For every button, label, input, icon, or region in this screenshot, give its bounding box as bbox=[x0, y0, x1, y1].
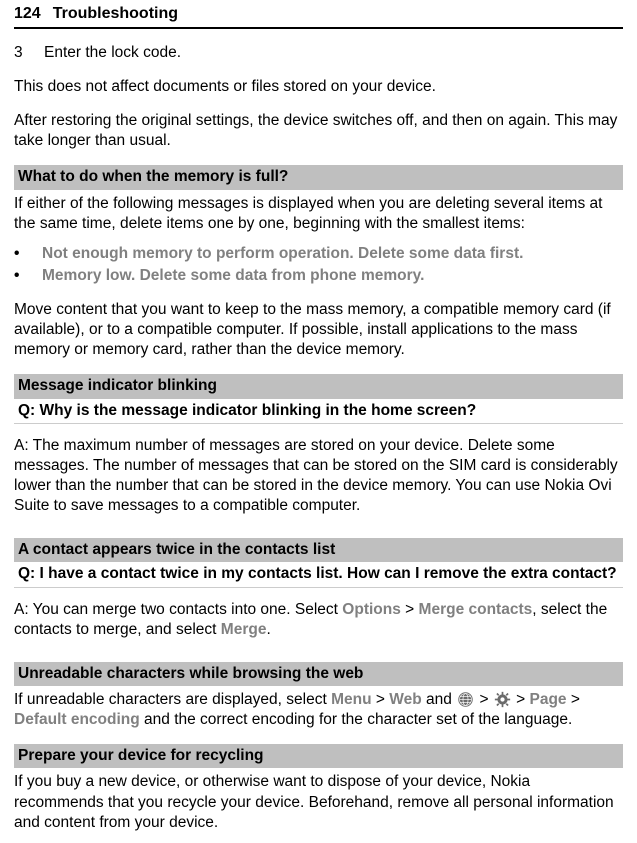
step-row: 3 Enter the lock code. bbox=[14, 43, 623, 63]
page-header: 124 Troubleshooting bbox=[14, 0, 623, 29]
separator: > bbox=[372, 691, 390, 708]
bullet-item: • Memory low. Delete some data from phon… bbox=[14, 266, 623, 286]
answer-contact-twice: A: You can merge two contacts into one. … bbox=[14, 600, 623, 640]
memory-full-p2: Move content that you want to keep to th… bbox=[14, 300, 623, 360]
question-msg-indicator: Q: Why is the message indicator blinking… bbox=[14, 399, 623, 424]
section-heading-recycling: Prepare your device for recycling bbox=[14, 744, 623, 768]
section-heading-memory-full: What to do when the memory is full? bbox=[14, 165, 623, 189]
step-number: 3 bbox=[14, 43, 26, 63]
question-contact-twice: Q: I have a contact twice in my contacts… bbox=[14, 562, 623, 587]
bullet-dot-icon: • bbox=[14, 244, 24, 264]
chapter-title: Troubleshooting bbox=[53, 4, 178, 25]
separator: > bbox=[475, 691, 493, 708]
and-text: and bbox=[422, 691, 456, 708]
section-heading-contact-twice: A contact appears twice in the contacts … bbox=[14, 538, 623, 562]
page-number: 124 bbox=[14, 4, 41, 25]
bullet-item: • Not enough memory to perform operation… bbox=[14, 244, 623, 264]
bullet-dot-icon: • bbox=[14, 266, 24, 286]
unreadable-paragraph: If unreadable characters are displayed, … bbox=[14, 690, 623, 730]
menu-path-merge-contacts: Merge contacts bbox=[419, 601, 533, 618]
unreadable-post-text: and the correct encoding for the charact… bbox=[140, 711, 573, 728]
section-heading-msg-indicator: Message indicator blinking bbox=[14, 374, 623, 398]
separator: > bbox=[512, 691, 530, 708]
memory-full-p1: If either of the following messages is d… bbox=[14, 194, 623, 234]
separator: > bbox=[567, 691, 580, 708]
section-heading-unreadable: Unreadable characters while browsing the… bbox=[14, 662, 623, 686]
menu-path-menu: Menu bbox=[331, 691, 371, 708]
intro-paragraph-1: This does not affect documents or files … bbox=[14, 77, 623, 97]
answer-msg-indicator: A: The maximum number of messages are st… bbox=[14, 436, 623, 517]
menu-path-options: Options bbox=[342, 601, 401, 618]
menu-path-merge: Merge bbox=[221, 621, 267, 638]
step-text: Enter the lock code. bbox=[44, 43, 181, 63]
recycling-paragraph: If you buy a new device, or otherwise wa… bbox=[14, 772, 623, 832]
answer-pre-text: A: You can merge two contacts into one. … bbox=[14, 601, 342, 618]
page-container: 124 Troubleshooting 3 Enter the lock cod… bbox=[0, 0, 637, 843]
intro-paragraph-2: After restoring the original settings, t… bbox=[14, 111, 623, 151]
answer-end-text: . bbox=[266, 621, 270, 638]
menu-path-page: Page bbox=[530, 691, 567, 708]
unreadable-pre-text: If unreadable characters are displayed, … bbox=[14, 691, 331, 708]
gear-icon bbox=[494, 691, 511, 708]
bullet-text: Memory low. Delete some data from phone … bbox=[42, 266, 424, 286]
bullet-text: Not enough memory to perform operation. … bbox=[42, 244, 523, 264]
menu-path-default-encoding: Default encoding bbox=[14, 711, 140, 728]
bullet-list: • Not enough memory to perform operation… bbox=[14, 244, 623, 286]
separator: > bbox=[401, 601, 419, 618]
globe-icon bbox=[457, 691, 474, 708]
menu-path-web: Web bbox=[389, 691, 421, 708]
